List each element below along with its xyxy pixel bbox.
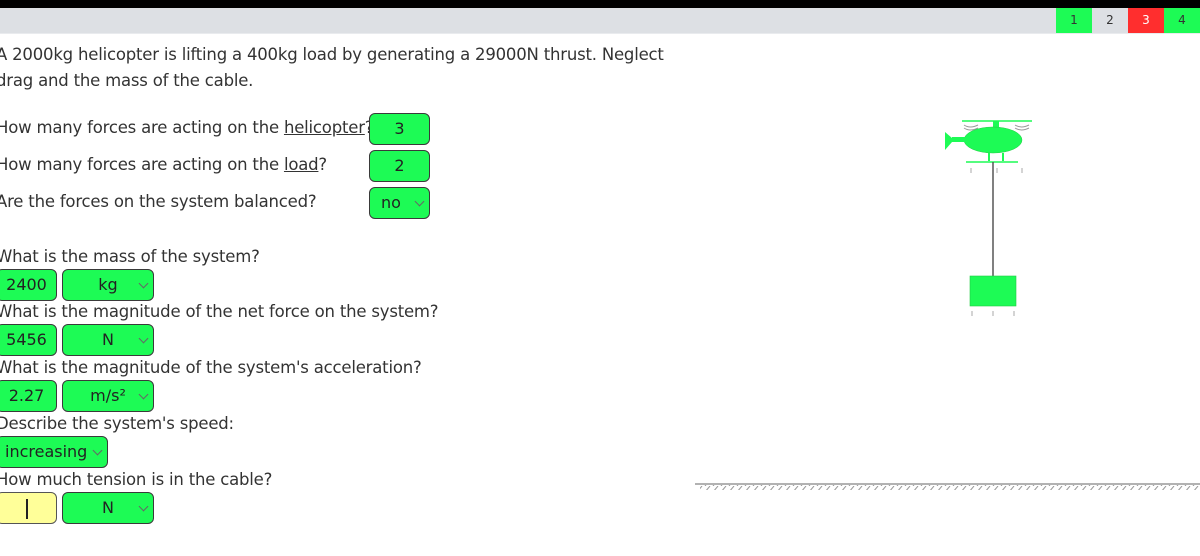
helicopter-icon (945, 120, 1032, 173)
helicopter-diagram (695, 120, 1200, 490)
ground-line (695, 483, 1200, 490)
load-box (969, 275, 1017, 316)
